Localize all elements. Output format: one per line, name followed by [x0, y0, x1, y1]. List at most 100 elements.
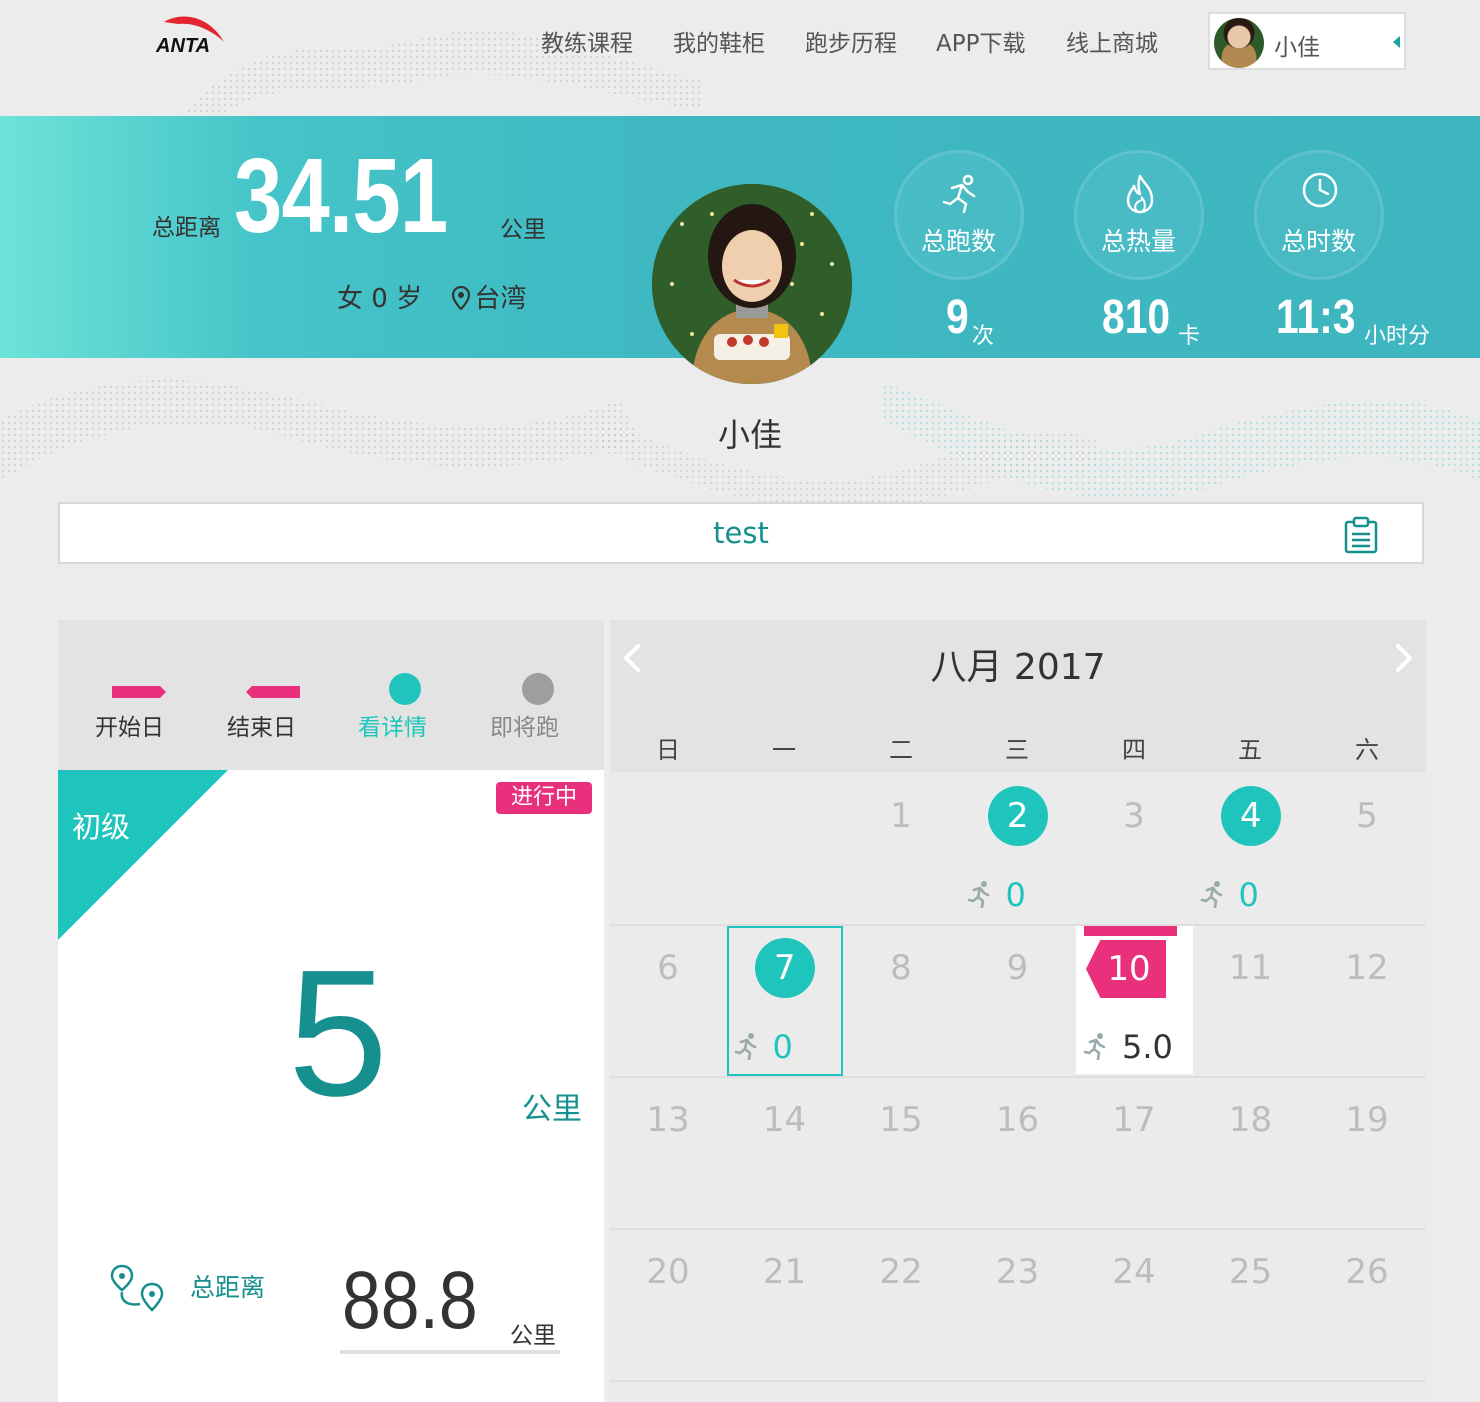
calendar-day-4[interactable]: 4 — [1220, 786, 1281, 846]
nav-item-shoe-cabinet[interactable]: 我的鞋柜 — [673, 24, 765, 58]
level-name: 初级 — [72, 810, 131, 844]
plan-title: test — [713, 516, 769, 550]
view-details-dot-icon — [389, 673, 421, 705]
calendar-day-11[interactable]: 11 — [1193, 948, 1309, 988]
run-distance-value: 0 — [1005, 876, 1026, 914]
calendar-day-2[interactable]: 2 — [987, 786, 1048, 846]
runner-icon — [967, 881, 989, 908]
user-menu-name: 小佳 — [1274, 35, 1320, 61]
clipboard-icon[interactable] — [1344, 516, 1378, 554]
user-avatar — [1214, 18, 1264, 68]
anta-logo[interactable]: ANTA — [150, 12, 230, 62]
profile-name: 小佳 — [718, 416, 783, 454]
calendar-day-20[interactable]: 20 — [610, 1252, 726, 1292]
calendar-day-25[interactable]: 25 — [1193, 1252, 1309, 1292]
calendar-day-3[interactable]: 3 — [1076, 796, 1192, 836]
profile-meta: 女 0 岁 台湾 — [337, 278, 526, 315]
calendar-day-7[interactable]: 7 — [754, 938, 815, 998]
logo-text: ANTA — [155, 35, 210, 57]
calendar-row-divider — [610, 1076, 1426, 1078]
legend-start-day: 开始日 — [95, 715, 164, 741]
stat-unit-time: 小时分 — [1364, 324, 1431, 349]
nav-item-coach-course[interactable]: 教练课程 — [541, 24, 633, 58]
next-month-icon[interactable] — [1392, 640, 1416, 676]
calendar-day-19[interactable]: 19 — [1309, 1100, 1425, 1140]
runner-icon — [1083, 1033, 1106, 1060]
legend-upcoming-run: 即将跑 — [490, 715, 559, 741]
stat-label-time: 总时数 — [1281, 227, 1357, 256]
calendar-day-21[interactable]: 21 — [727, 1252, 843, 1292]
calendar-run-distance: 0 — [733, 1028, 793, 1066]
calendar-day-8[interactable]: 8 — [843, 948, 959, 988]
legend-end-day: 结束日 — [227, 715, 296, 741]
status-badge: 进行中 — [496, 782, 592, 814]
location-pin-icon — [452, 286, 471, 310]
calendar-day-15[interactable]: 15 — [843, 1100, 959, 1140]
calendar-row-divider — [610, 1228, 1426, 1230]
weekday-thu: 四 — [1122, 736, 1146, 764]
runner-icon — [1200, 881, 1222, 908]
calendar-day-10[interactable]: 10 — [1086, 940, 1166, 998]
legend-panel: 开始日 结束日 看详情 即将跑 — [58, 620, 604, 770]
stat-value-time: 11:3 — [1276, 291, 1356, 344]
calendar-day-24[interactable]: 24 — [1076, 1252, 1192, 1292]
stat-value-calories: 810 — [1102, 291, 1171, 344]
goal-distance-unit: 公里 — [522, 1092, 582, 1127]
total-distance-underline — [340, 1350, 560, 1354]
stat-label-runs: 总跑数 — [921, 227, 997, 256]
run-distance-value: 0 — [772, 1028, 793, 1066]
calendar-header: 八月 2017 日 一 二 三 四 五 六 — [610, 620, 1426, 772]
calendar-day-23[interactable]: 23 — [960, 1252, 1076, 1292]
end-day-marker-icon — [246, 686, 300, 698]
weekday-sat: 六 — [1355, 736, 1379, 764]
calendar-grid: 1 2 0 3 4 0 5 6 7 0 8 9 10 5.0 11 12 13 14 15 16 17 18 19 20 21 2… — [610, 772, 1426, 1402]
total-distance-label: 总距离 — [190, 1273, 266, 1302]
calendar-day-16[interactable]: 16 — [960, 1100, 1076, 1140]
total-distance-value: 34.51 — [234, 137, 448, 255]
clock-icon — [1302, 172, 1338, 208]
calendar-run-distance: 0 — [1199, 876, 1259, 914]
calendar-day-6[interactable]: 6 — [610, 948, 726, 988]
total-distance-label: 总距离 — [152, 215, 221, 241]
start-day-bar — [1084, 926, 1177, 936]
nav-item-running-history[interactable]: 跑步历程 — [805, 24, 897, 58]
plan-title-bar[interactable]: test — [58, 502, 1424, 564]
calendar-day-26[interactable]: 26 — [1309, 1252, 1425, 1292]
calendar-day-14[interactable]: 14 — [727, 1100, 843, 1140]
level-corner-ribbon — [58, 770, 228, 940]
run-distance-value: 5.0 — [1122, 1028, 1173, 1066]
calendar-month-title: 八月 2017 — [930, 647, 1106, 688]
stat-unit-runs: 次 — [972, 324, 995, 349]
total-distance-value: 88.8 — [342, 1255, 478, 1346]
calendar-row-divider — [610, 1380, 1426, 1382]
calendar-day-13[interactable]: 13 — [610, 1100, 726, 1140]
goal-distance-value: 5 — [288, 933, 389, 1134]
calendar-day-1[interactable]: 1 — [843, 796, 959, 836]
calendar-day-5[interactable]: 5 — [1309, 796, 1425, 836]
user-menu[interactable]: 小佳 — [1208, 12, 1406, 70]
stat-label-calories: 总热量 — [1101, 227, 1177, 256]
nav-item-online-store[interactable]: 线上商城 — [1066, 24, 1158, 58]
weekday-sun: 日 — [656, 736, 680, 764]
gender-age: 女 0 岁 — [337, 284, 423, 314]
stat-unit-calories: 卡 — [1178, 324, 1201, 349]
profile-avatar[interactable] — [652, 184, 852, 384]
stat-value-runs: 9 — [946, 291, 969, 344]
total-distance-unit: 公里 — [510, 1323, 556, 1349]
calendar-day-18[interactable]: 18 — [1193, 1100, 1309, 1140]
level-panel: 初级 进行中 5 公里 总距离 88.8 公里 — [58, 770, 604, 1402]
weekday-wed: 三 — [1005, 736, 1029, 764]
runner-icon — [734, 1033, 756, 1060]
calendar-day-9[interactable]: 9 — [960, 948, 1076, 988]
run-distance-value: 0 — [1238, 876, 1259, 914]
legend-view-details: 看详情 — [358, 715, 427, 741]
calendar-day-12[interactable]: 12 — [1309, 948, 1425, 988]
calendar-day-22[interactable]: 22 — [843, 1252, 959, 1292]
nav-item-app-download[interactable]: APP下载 — [936, 24, 1025, 58]
upcoming-run-dot-icon — [522, 673, 554, 705]
weekday-mon: 一 — [772, 736, 796, 764]
weekday-tue: 二 — [889, 736, 913, 764]
location: 台湾 — [474, 284, 527, 314]
avatar-photo — [652, 184, 852, 384]
calendar-day-17[interactable]: 17 — [1076, 1100, 1192, 1140]
